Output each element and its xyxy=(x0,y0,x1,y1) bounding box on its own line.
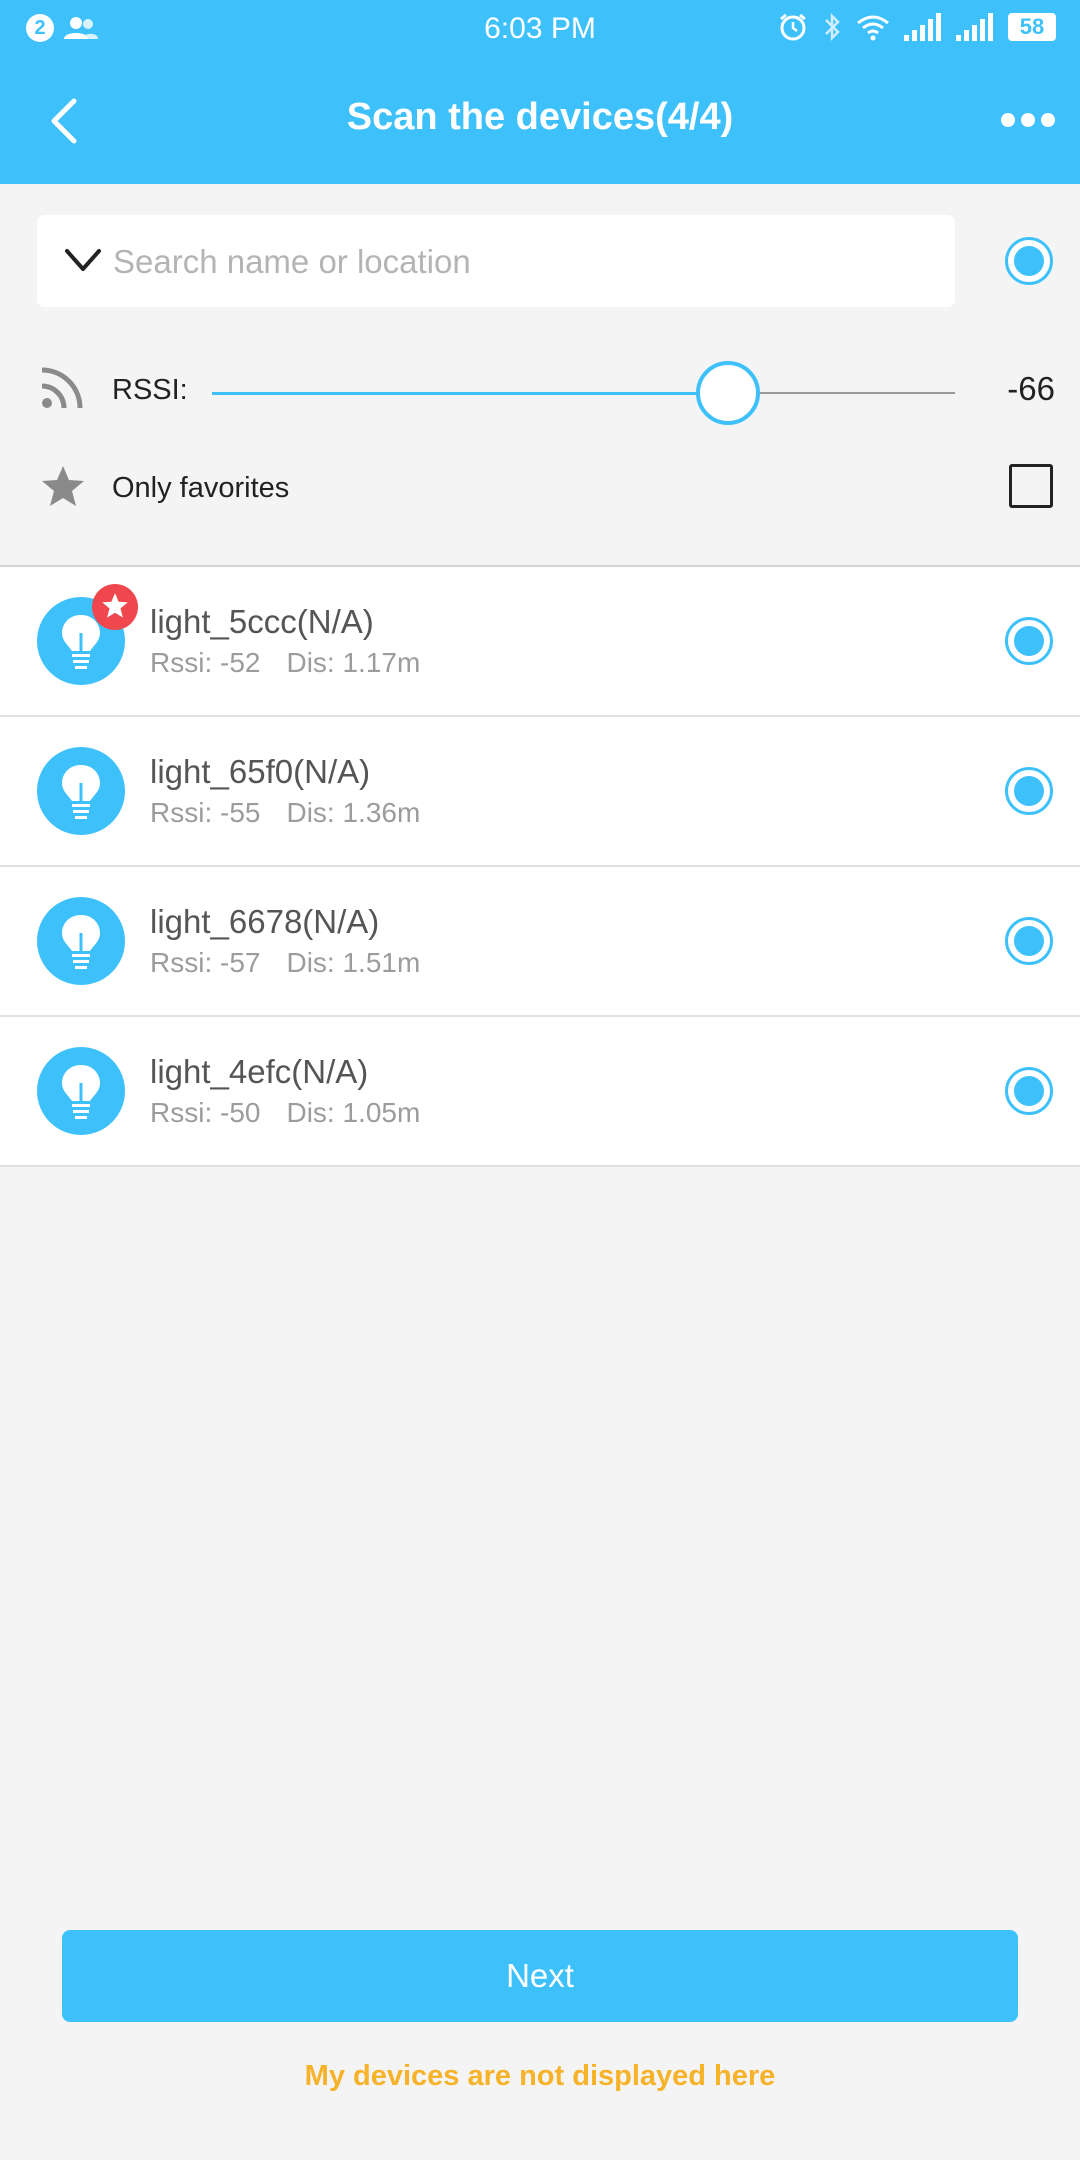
device-icon xyxy=(37,1047,125,1135)
device-list: light_5ccc(N/A) Rssi: -52 Dis: 1.17m ligh… xyxy=(0,567,1080,1167)
only-favorites-label: Only favorites xyxy=(112,472,290,504)
device-select-radio[interactable] xyxy=(1005,617,1053,665)
lightbulb-icon xyxy=(62,765,100,819)
lightbulb-icon xyxy=(62,1065,100,1119)
device-rssi: Rssi: -55 xyxy=(150,797,261,828)
device-name: light_65f0(N/A) xyxy=(150,753,371,790)
device-meta: Rssi: -57 Dis: 1.51m xyxy=(150,947,420,979)
devices-not-displayed-link[interactable]: My devices are not displayed here xyxy=(0,2060,1080,2093)
device-rssi: Rssi: -50 xyxy=(150,1097,261,1128)
more-horizontal-icon xyxy=(1001,113,1015,127)
star-icon xyxy=(102,593,128,618)
device-row[interactable]: light_65f0(N/A) Rssi: -55 Dis: 1.36m xyxy=(0,717,1080,867)
rssi-label: RSSI: xyxy=(112,374,188,406)
status-right: 58 xyxy=(778,12,1056,42)
search-box[interactable] xyxy=(37,215,955,307)
device-row[interactable]: light_5ccc(N/A) Rssi: -52 Dis: 1.17m xyxy=(0,567,1080,717)
wifi-icon xyxy=(857,15,889,41)
rssi-slider-track-active[interactable] xyxy=(212,392,727,395)
next-button[interactable]: Next xyxy=(62,1930,1018,2022)
rssi-slider-track[interactable] xyxy=(727,392,955,394)
select-all-radio[interactable] xyxy=(1005,237,1053,285)
search-input[interactable] xyxy=(111,231,935,293)
status-bar: 2 6:03 PM 58 xyxy=(0,0,1080,58)
device-name: light_6678(N/A) xyxy=(150,903,380,940)
rssi-value: -66 xyxy=(1007,370,1055,407)
chevron-down-icon[interactable] xyxy=(63,243,103,279)
favorite-badge xyxy=(92,584,138,630)
device-distance: Dis: 1.51m xyxy=(286,947,421,978)
device-rssi: Rssi: -57 xyxy=(150,947,261,978)
device-row[interactable]: light_4efc(N/A) Rssi: -50 Dis: 1.05m xyxy=(0,1017,1080,1167)
page-title: Scan the devices(4/4) xyxy=(346,96,734,138)
device-select-radio[interactable] xyxy=(1005,767,1053,815)
device-icon xyxy=(37,747,125,835)
battery-indicator: 58 xyxy=(1008,13,1056,41)
device-select-radio[interactable] xyxy=(1005,1067,1053,1115)
device-icon xyxy=(37,897,125,985)
alarm-icon xyxy=(780,13,806,41)
signal-icon xyxy=(904,13,941,41)
rss-signal-icon xyxy=(41,367,83,409)
more-horizontal-icon xyxy=(1041,113,1055,127)
signal-icon xyxy=(956,13,993,41)
device-meta: Rssi: -52 Dis: 1.17m xyxy=(150,647,420,679)
device-name: light_4efc(N/A) xyxy=(150,1053,369,1090)
rssi-slider-handle[interactable] xyxy=(696,361,760,425)
device-name: light_5ccc(N/A) xyxy=(150,603,374,640)
device-distance: Dis: 1.17m xyxy=(286,647,421,678)
device-rssi: Rssi: -52 xyxy=(150,647,261,678)
device-select-radio[interactable] xyxy=(1005,917,1053,965)
lightbulb-icon xyxy=(62,915,100,969)
device-row[interactable]: light_6678(N/A) Rssi: -57 Dis: 1.51m xyxy=(0,867,1080,1017)
title-bar: Scan the devices(4/4) xyxy=(0,58,1080,184)
star-icon xyxy=(42,466,84,506)
bluetooth-icon xyxy=(825,12,840,42)
more-button[interactable] xyxy=(996,98,1060,142)
device-distance: Dis: 1.36m xyxy=(286,797,421,828)
more-horizontal-icon xyxy=(1021,113,1035,127)
device-meta: Rssi: -55 Dis: 1.36m xyxy=(150,797,420,829)
device-meta: Rssi: -50 Dis: 1.05m xyxy=(150,1097,420,1129)
device-distance: Dis: 1.05m xyxy=(286,1097,421,1128)
only-favorites-checkbox[interactable] xyxy=(1009,464,1053,508)
